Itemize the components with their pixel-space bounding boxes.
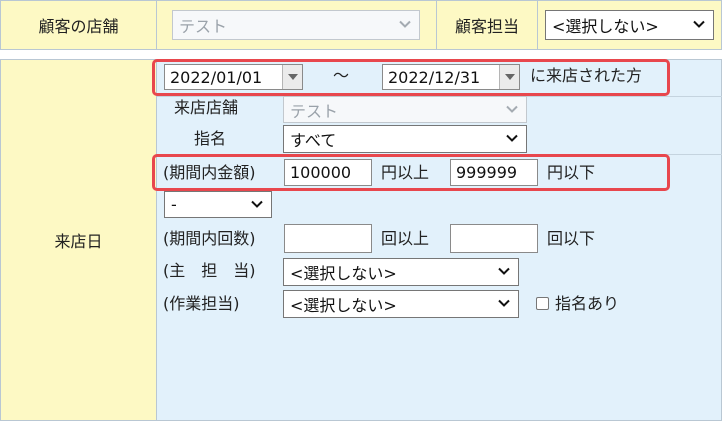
nominated-checkbox[interactable] bbox=[536, 297, 549, 310]
chevron-down-icon bbox=[498, 297, 510, 309]
customer-staff-label-cell: 顧客担当 bbox=[436, 0, 538, 50]
highlight-amount-range bbox=[152, 154, 670, 191]
nomination-label: 指名 bbox=[194, 129, 227, 148]
visit-store-label: 来店店舗 bbox=[174, 98, 239, 117]
customer-store-select-value: テスト bbox=[179, 17, 228, 36]
highlight-date-range bbox=[152, 59, 670, 96]
nominated-label: 指名あり bbox=[555, 294, 620, 313]
nomination-select-value: すべて bbox=[290, 131, 337, 150]
count-label: (期間内回数) bbox=[163, 229, 256, 248]
count-max-input[interactable] bbox=[450, 224, 538, 253]
visit-date-label: 来店日 bbox=[54, 232, 103, 251]
main-staff-select-value: <選択しない> bbox=[290, 264, 397, 283]
count-min-input[interactable] bbox=[284, 224, 372, 253]
operator-select-value: - bbox=[171, 195, 177, 214]
main-staff-label: (主 担 当) bbox=[163, 261, 256, 280]
chevron-down-icon bbox=[251, 198, 263, 210]
main-staff-select[interactable]: <選択しない> bbox=[283, 258, 519, 286]
work-staff-select-value: <選択しない> bbox=[290, 296, 397, 315]
operator-select[interactable]: - bbox=[164, 191, 272, 218]
count-max-unit: 回以下 bbox=[547, 229, 596, 248]
visit-date-label-cell: 来店日 bbox=[0, 59, 157, 421]
nomination-select[interactable]: すべて bbox=[283, 125, 527, 153]
count-min-unit: 回以上 bbox=[381, 229, 430, 248]
work-staff-select[interactable]: <選択しない> bbox=[283, 290, 519, 318]
customer-store-select[interactable]: テスト bbox=[172, 10, 420, 40]
chevron-down-icon bbox=[498, 265, 510, 277]
customer-store-label-cell: 顧客の店舗 bbox=[0, 0, 157, 50]
customer-staff-select-value: <選択しない> bbox=[552, 17, 659, 36]
visit-store-select[interactable]: テスト bbox=[283, 96, 527, 123]
customer-staff-select[interactable]: <選択しない> bbox=[545, 10, 714, 40]
work-staff-label: (作業担当) bbox=[163, 294, 240, 313]
customer-store-label: 顧客の店舗 bbox=[38, 17, 119, 36]
chevron-down-icon bbox=[399, 18, 411, 30]
customer-staff-label: 顧客担当 bbox=[454, 17, 519, 36]
chevron-down-icon bbox=[693, 18, 705, 30]
chevron-down-icon bbox=[506, 132, 518, 144]
chevron-down-icon bbox=[506, 103, 518, 115]
visit-store-select-value: テスト bbox=[290, 101, 339, 121]
